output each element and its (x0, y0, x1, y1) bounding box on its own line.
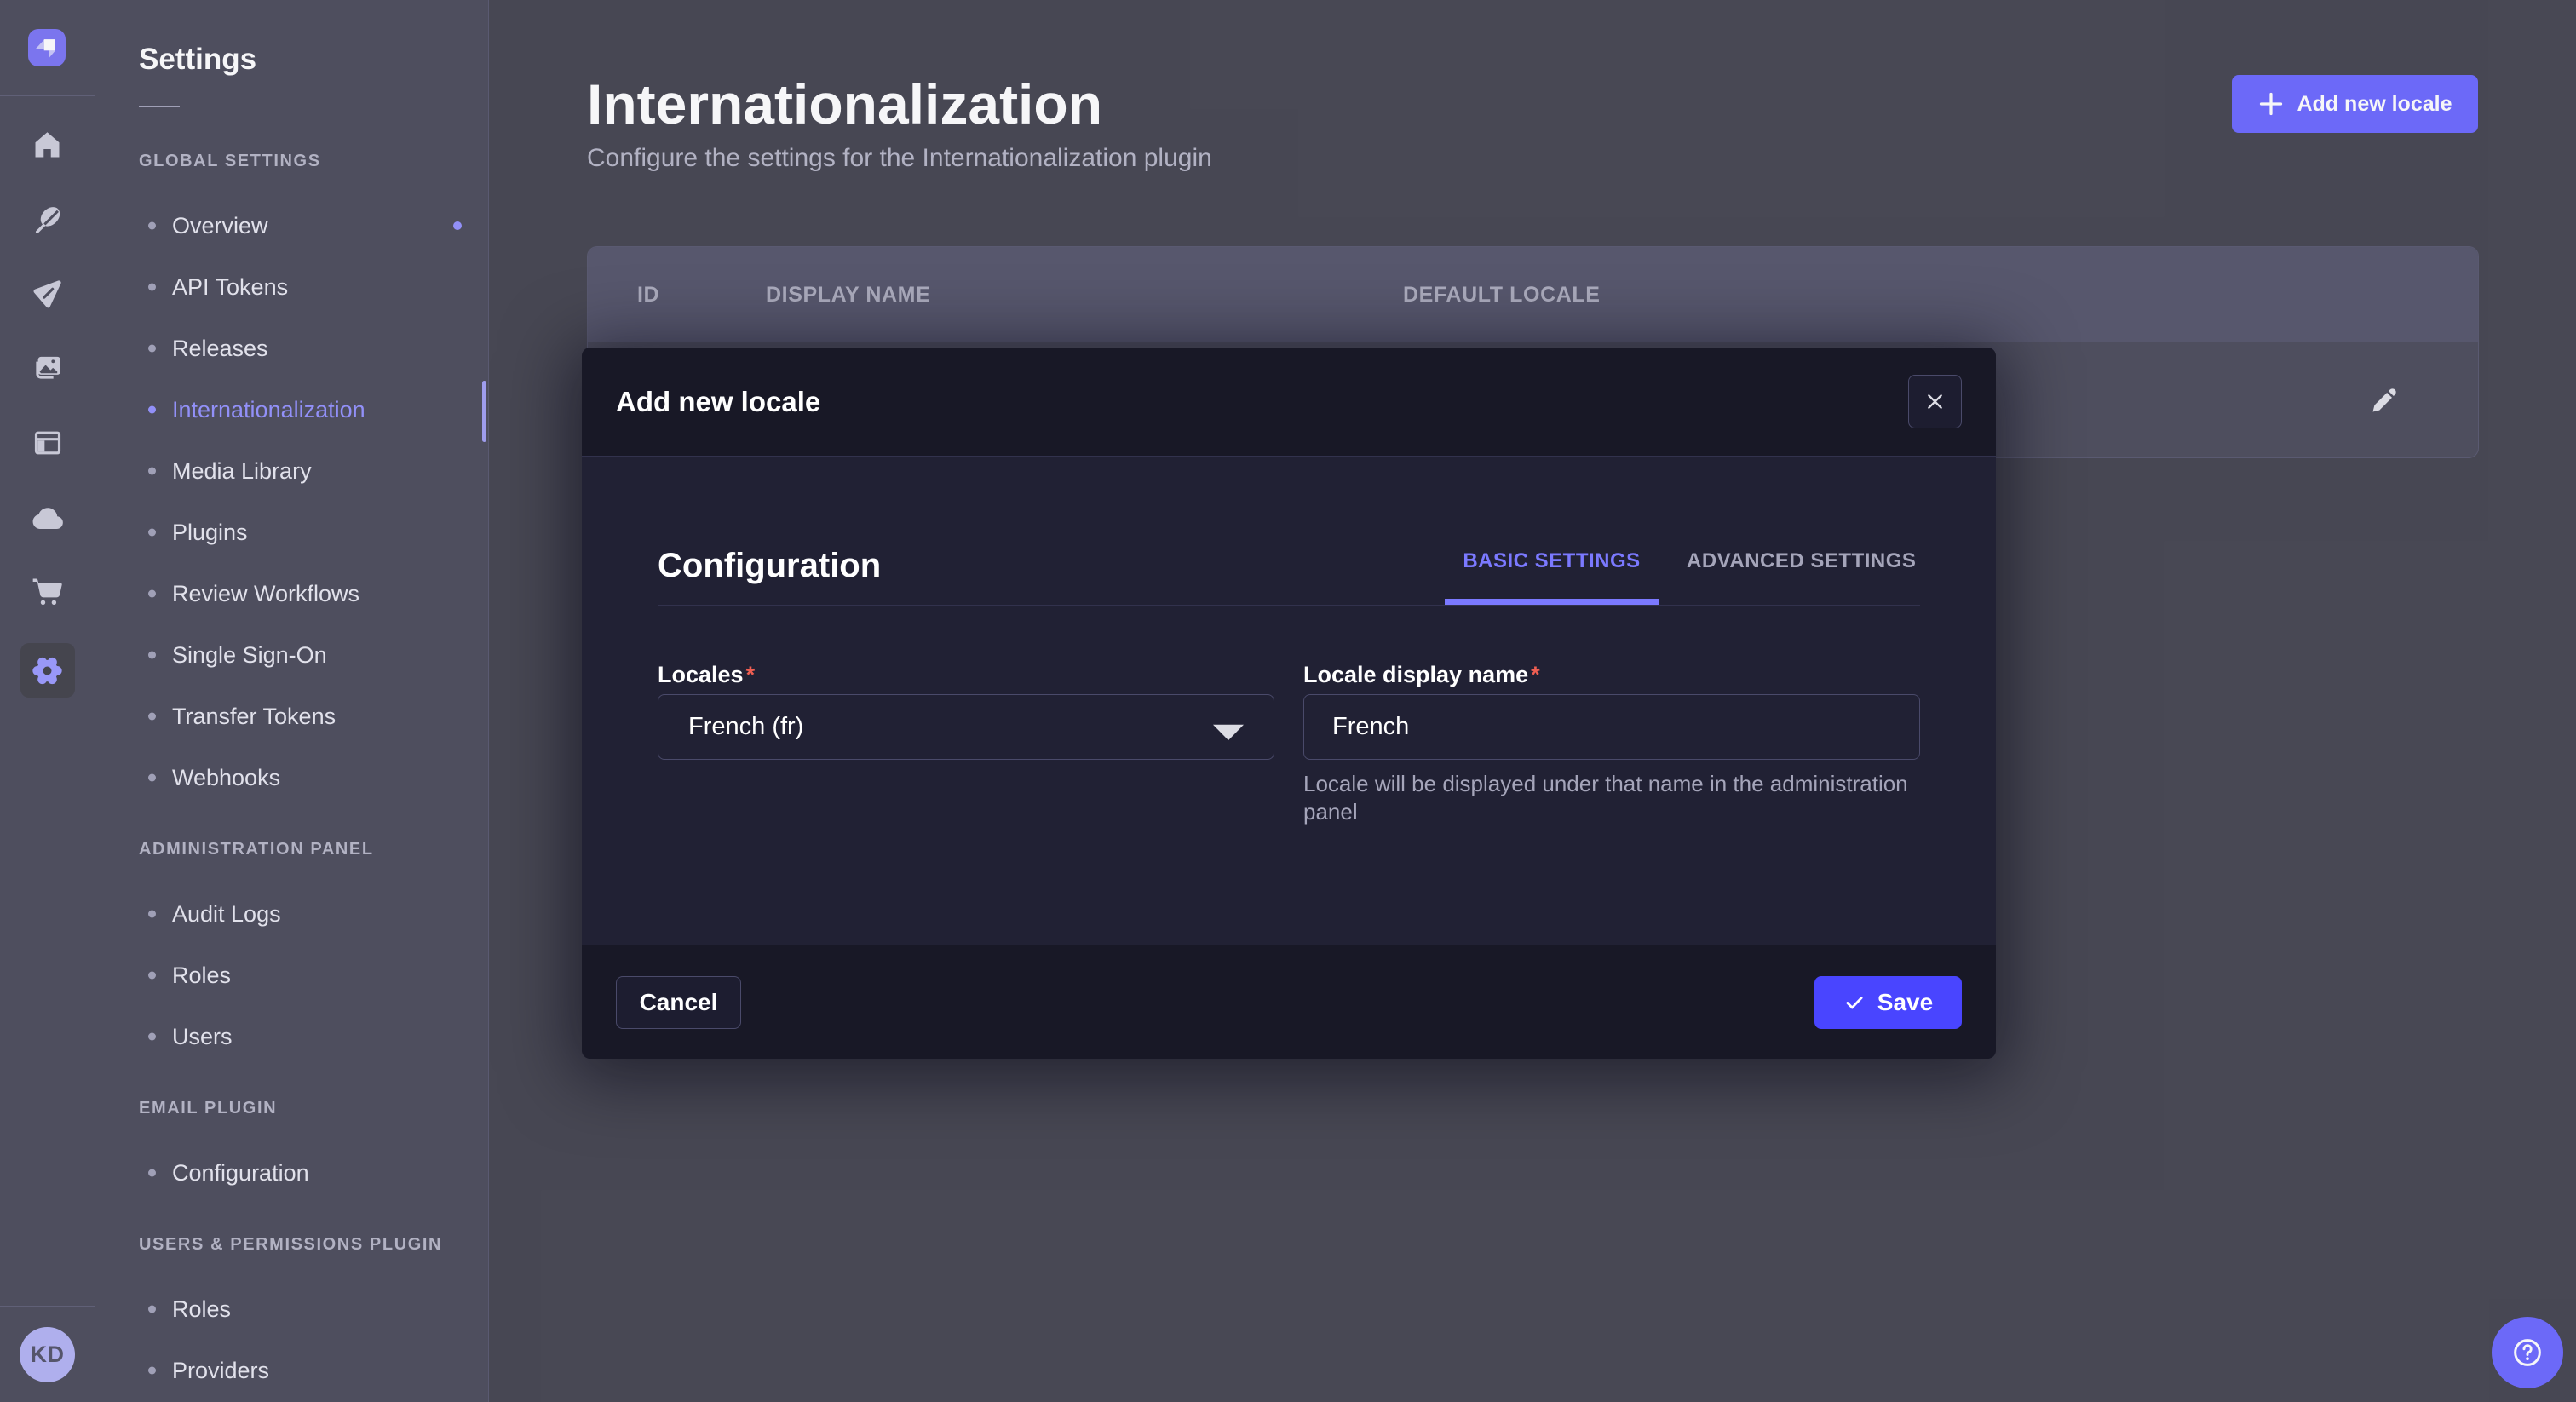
tab-basic-settings[interactable]: BASIC SETTINGS (1445, 530, 1659, 605)
tabs-divider (658, 605, 1920, 606)
add-locale-modal: Add new locale Configuration BASIC SETTI… (582, 348, 1996, 1059)
check-icon (1843, 991, 1866, 1014)
display-name-input[interactable]: French (1303, 694, 1920, 760)
display-name-label: Locale display name* (1303, 658, 1540, 691)
chevron-down-icon (1209, 711, 1248, 750)
label-text: Locales (658, 662, 744, 687)
locales-label: Locales* (658, 658, 755, 691)
required-asterisk: * (1528, 662, 1540, 687)
required-asterisk: * (744, 662, 756, 687)
cancel-button[interactable]: Cancel (616, 976, 741, 1029)
modal-title: Add new locale (616, 386, 820, 418)
display-name-helper: Locale will be displayed under that name… (1303, 770, 1951, 826)
save-label: Save (1877, 989, 1933, 1016)
modal-header: Add new locale (582, 348, 1996, 457)
save-button[interactable]: Save (1814, 976, 1962, 1029)
label-text: Locale display name (1303, 662, 1528, 687)
close-button[interactable] (1908, 375, 1962, 428)
configuration-heading: Configuration (658, 542, 881, 589)
locales-select[interactable]: French (fr) (658, 694, 1274, 760)
display-name-value: French (1332, 713, 1409, 741)
x-icon (1925, 392, 1945, 411)
modal-body: Configuration BASIC SETTINGS ADVANCED SE… (582, 457, 1996, 945)
tab-advanced-settings[interactable]: ADVANCED SETTINGS (1659, 530, 1944, 605)
locales-select-value: French (fr) (688, 713, 803, 741)
modal-footer: Cancel Save (582, 945, 1996, 1059)
